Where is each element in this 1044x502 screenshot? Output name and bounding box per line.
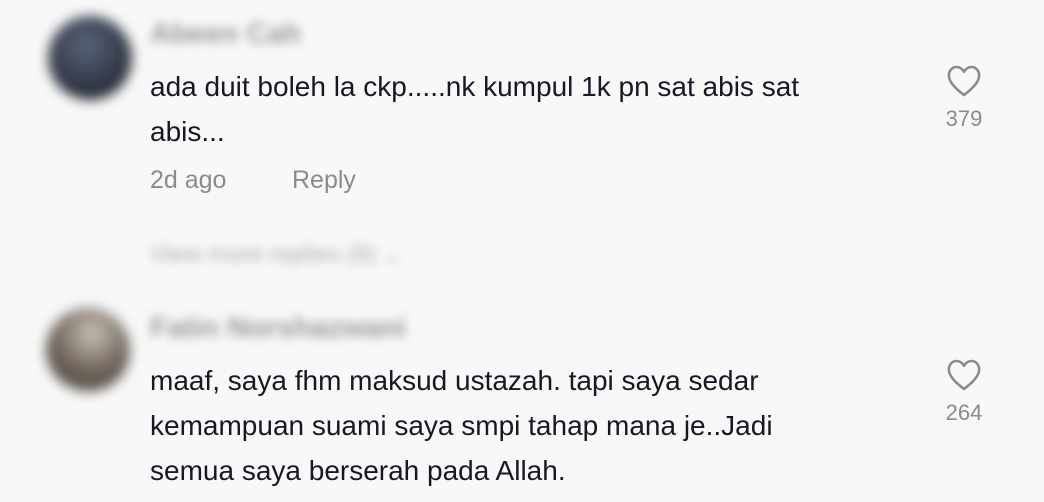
view-more-replies[interactable]: View more replies (8) ⌄ (150, 240, 403, 269)
comment-text: maaf, saya fhm maksud ustazah. tapi saya… (150, 365, 773, 486)
avatar[interactable] (46, 308, 130, 392)
heart-outline-icon (947, 359, 981, 391)
like-count: 264 (945, 400, 983, 425)
heart-outline-icon (947, 65, 981, 97)
like-count: 379 (945, 106, 983, 131)
comment-username[interactable]: Fatin Norshazwani (150, 312, 406, 345)
comment-text: ada duit boleh la ckp.....nk kumpul 1k p… (150, 71, 800, 147)
avatar[interactable] (48, 16, 132, 100)
comment-username[interactable]: Abeen Cah (150, 18, 301, 51)
reply-button[interactable]: Reply (292, 166, 356, 195)
like-button[interactable]: 379 (934, 64, 994, 132)
comment-timestamp: 2d ago (150, 166, 227, 194)
like-button[interactable]: 264 (934, 358, 994, 426)
